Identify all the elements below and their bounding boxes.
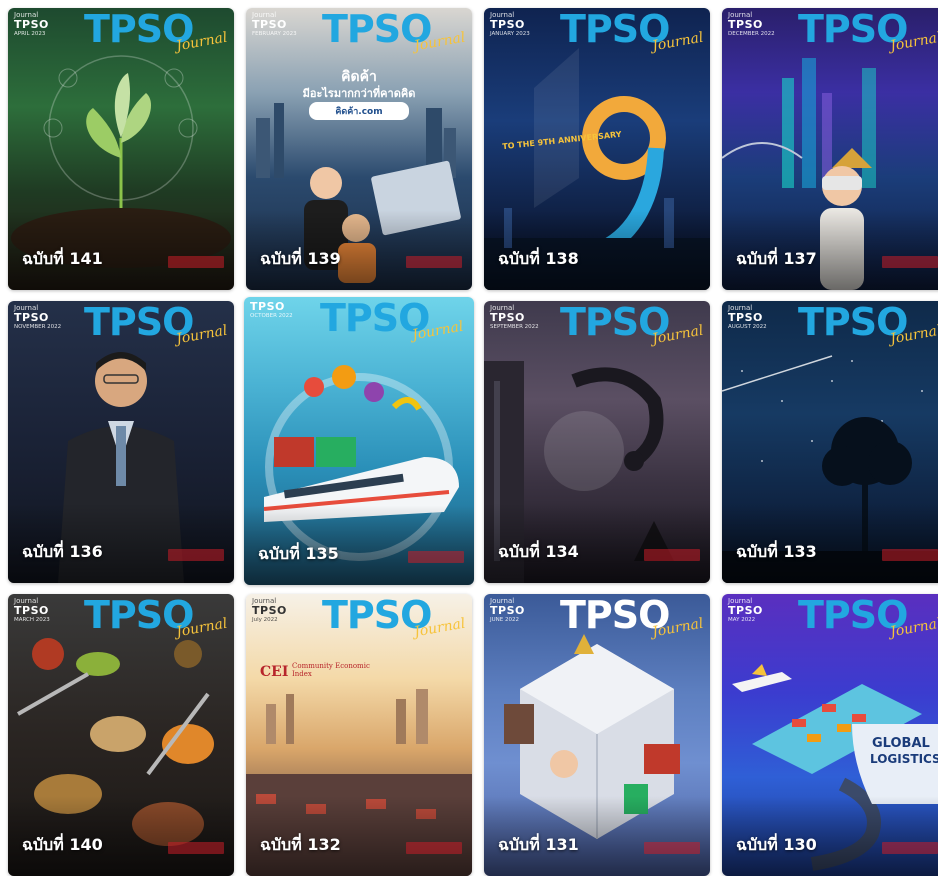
journal-card-132[interactable]: CEI Community Economic Index Journal TPS… (246, 594, 472, 876)
journal-card-140[interactable]: Journal TPSO MARCH 2023 TPSO Journal ฉบั… (8, 594, 234, 876)
issue-title: ฉบับที่ 138 (498, 249, 579, 268)
journal-card-141[interactable]: Journal TPSO APRIL 2023 TPSO Journal ฉบั… (8, 8, 234, 290)
journal-card-134[interactable]: Journal TPSO SEPTEMBER 2022 TPSO Journal… (484, 301, 710, 583)
cei-label: CEI (260, 664, 289, 680)
journal-card-135[interactable]: TPSO OCTOBER 2022 TPSO Journal ฉบับที่ 1… (244, 297, 474, 585)
journal-card-139[interactable]: คิดค้า มีอะไรมากกว่าที่คาดคิด คิดค้า.com… (246, 8, 472, 290)
issue-title: ฉบับที่ 130 (736, 835, 817, 854)
global-text: GLOBAL (872, 736, 930, 751)
issue-title: ฉบับที่ 137 (736, 249, 817, 268)
issue-title: ฉบับที่ 131 (498, 835, 579, 854)
logistics-text: LOGISTICS (870, 752, 938, 766)
cover-site-pill: คิดค้า.com (309, 102, 409, 120)
issue-title: ฉบับที่ 134 (498, 542, 579, 561)
journal-card-137[interactable]: Journal TPSO DECEMBER 2022 TPSO Journal … (722, 8, 938, 290)
cei-subtitle: Community Economic Index (292, 662, 370, 678)
issue-title: ฉบับที่ 139 (260, 249, 341, 268)
journal-card-131[interactable]: Journal TPSO JUNE 2022 TPSO Journal ฉบับ… (484, 594, 710, 876)
issue-title: ฉบับที่ 140 (22, 835, 103, 854)
journal-card-138[interactable]: TO THE 9TH ANNIVERSARY Journal TPSO JANU… (484, 8, 710, 290)
issue-title: ฉบับที่ 132 (260, 835, 341, 854)
journal-card-130[interactable]: GLOBAL LOGISTICS Journal TPSO MAY 2022 T… (722, 594, 938, 876)
issue-title: ฉบับที่ 133 (736, 542, 817, 561)
journal-card-133[interactable]: Journal TPSO AUGUST 2022 TPSO Journal ฉบ… (722, 301, 938, 583)
issue-title: ฉบับที่ 135 (258, 544, 339, 563)
issue-title: ฉบับที่ 136 (22, 542, 103, 561)
journal-card-136[interactable]: Journal TPSO NOVEMBER 2022 TPSO Journal … (8, 301, 234, 583)
cover-subhead: มีอะไรมากกว่าที่คาดคิด (302, 87, 416, 100)
issue-title: ฉบับที่ 141 (22, 249, 103, 268)
journal-grid: Journal TPSO APRIL 2023 TPSO Journal ฉบั… (0, 0, 938, 876)
